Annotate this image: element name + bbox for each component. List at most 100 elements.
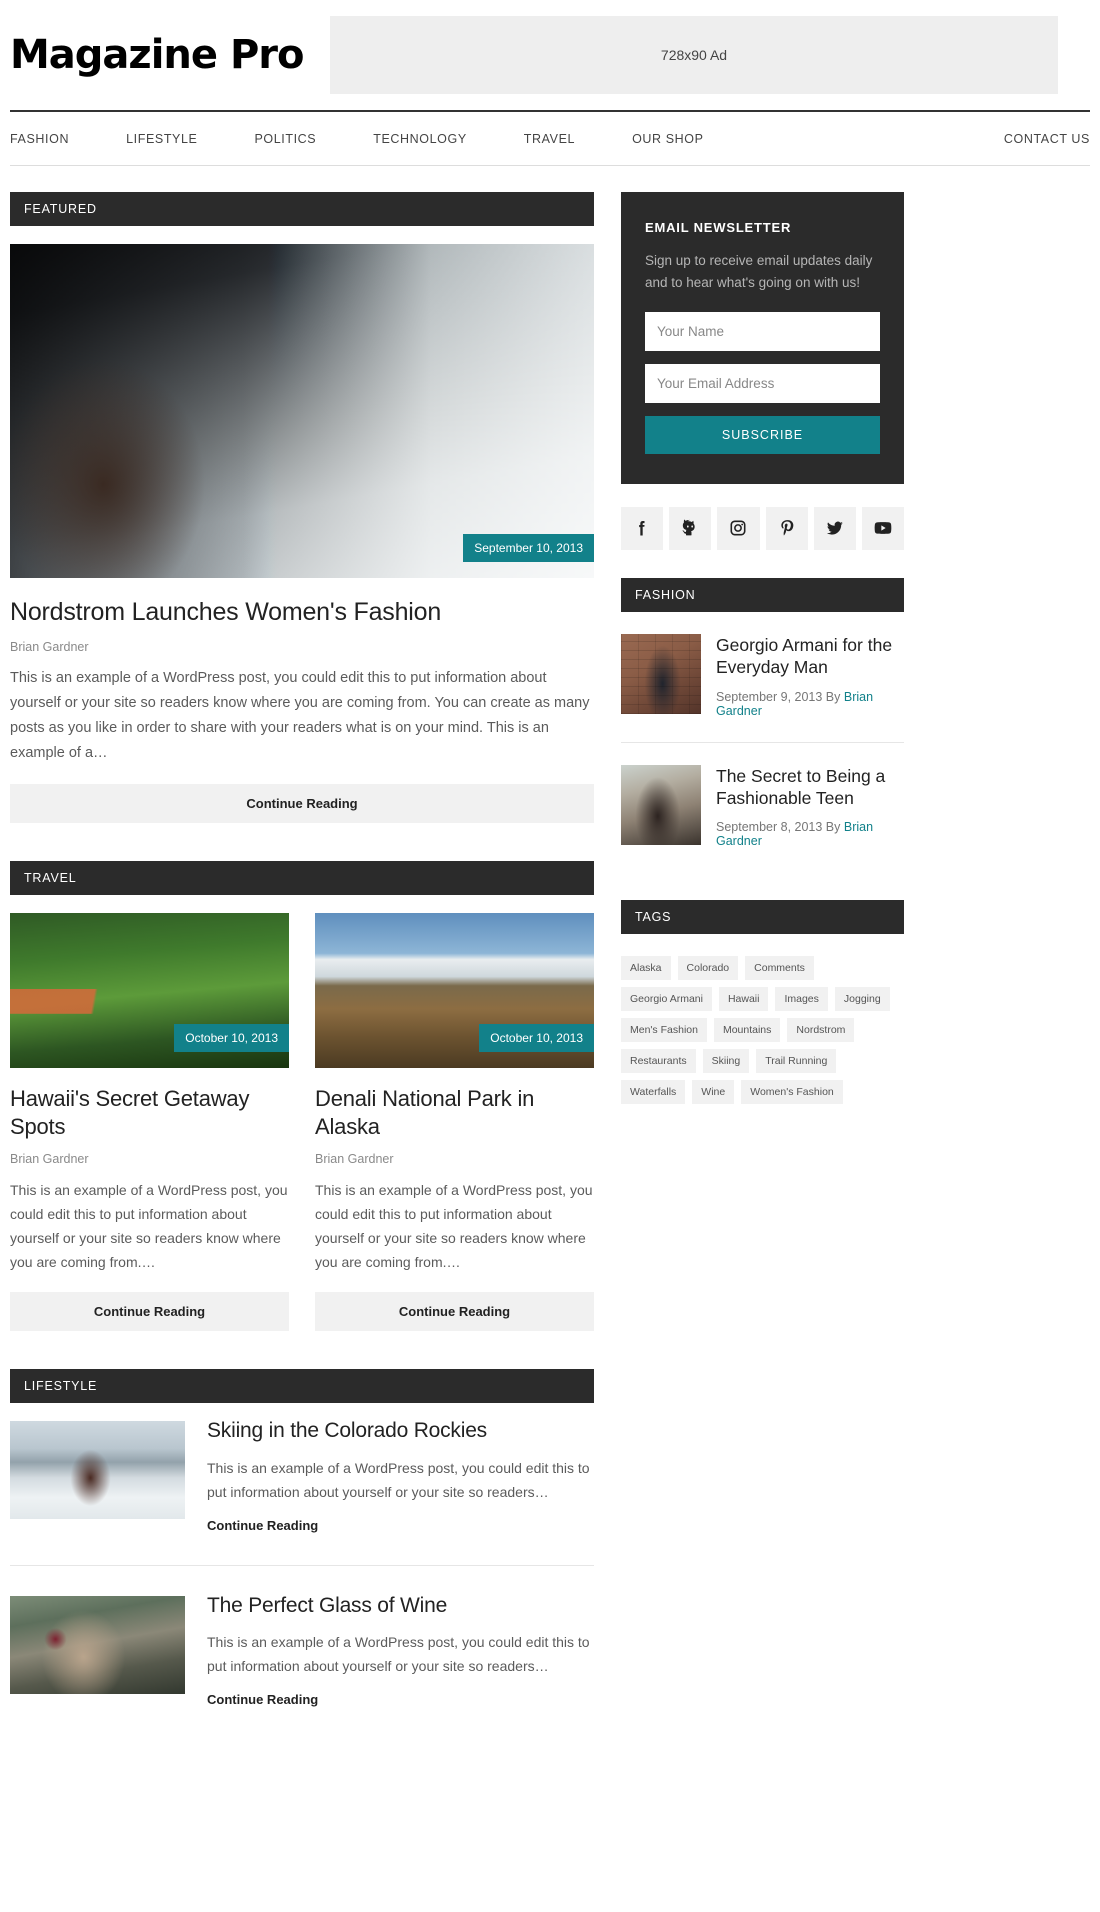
- lifestyle-post-excerpt: This is an example of a WordPress post, …: [207, 1633, 590, 1675]
- sidebar-post-thumbnail[interactable]: [621, 764, 701, 845]
- pinterest-icon[interactable]: [765, 506, 808, 550]
- featured-post-title[interactable]: Nordstrom Launches Women's Fashion: [10, 597, 594, 628]
- lifestyle-section: LIFESTYLE Skiing in the Colorado Rockies…: [10, 1369, 594, 1739]
- travel-post-title[interactable]: Hawaii's Secret Getaway Spots: [10, 1085, 289, 1140]
- travel-continue-reading-button[interactable]: Continue Reading: [10, 1292, 289, 1332]
- featured-image-art: [10, 244, 594, 578]
- featured-post-author: Brian Gardner: [10, 640, 89, 655]
- newsletter-name-input[interactable]: [645, 311, 880, 351]
- fashion-widget: FASHION Georgio Armani for the Everyday …: [621, 577, 904, 873]
- youtube-icon[interactable]: [861, 506, 905, 550]
- lifestyle-continue-reading-button[interactable]: Continue Reading: [207, 1692, 318, 1707]
- tag-comments[interactable]: Comments: [745, 956, 814, 981]
- lifestyle-section-title: LIFESTYLE: [10, 1369, 594, 1404]
- featured-continue-reading-button[interactable]: Continue Reading: [10, 784, 594, 823]
- newsletter-description: Sign up to receive email updates daily a…: [645, 253, 873, 290]
- tag-alaska[interactable]: Alaska: [621, 956, 671, 981]
- newsletter-title: EMAIL NEWSLETTER: [645, 220, 792, 235]
- travel-section-title: TRAVEL: [10, 861, 594, 895]
- fashion-widget-title: FASHION: [621, 577, 904, 612]
- travel-post-excerpt: This is an example of a WordPress post, …: [315, 1182, 593, 1271]
- sidebar: EMAIL NEWSLETTER Sign up to receive emai…: [621, 192, 905, 1105]
- travel-post-image[interactable]: October 10, 2013: [315, 913, 594, 1068]
- nav-right-group: CONTACT US: [1004, 132, 1090, 146]
- travel-post-author: Brian Gardner: [315, 1152, 394, 1166]
- content-area: FEATURED September 10, 2013 Nordstrom La…: [0, 166, 1100, 1739]
- ski-image-art: [10, 1421, 185, 1520]
- featured-section-title: FEATURED: [10, 192, 594, 226]
- tag-restaurants[interactable]: Restaurants: [621, 1049, 696, 1074]
- sidebar-post-date: September 9, 2013 By: [716, 689, 844, 704]
- lifestyle-post-title[interactable]: Skiing in the Colorado Rockies: [207, 1418, 594, 1444]
- sidebar-post-body: The Secret to Being a Fashionable Teen S…: [716, 765, 904, 849]
- tag-georgio-armani[interactable]: Georgio Armani: [621, 987, 712, 1012]
- newsletter-subscribe-button[interactable]: SUBSCRIBE: [645, 415, 880, 454]
- tag-nordstrom[interactable]: Nordstrom: [787, 1018, 855, 1043]
- nav-item-fashion[interactable]: FASHION: [10, 132, 69, 146]
- facebook-icon[interactable]: [621, 506, 664, 550]
- teen-image-art: [621, 764, 701, 845]
- featured-post-image[interactable]: September 10, 2013: [10, 244, 594, 578]
- lifestyle-continue-reading-button[interactable]: Continue Reading: [207, 1518, 318, 1533]
- site-header: Magazine Pro 728x90 Ad: [0, 0, 1100, 110]
- armani-image-art: [621, 633, 701, 714]
- nav-item-contact-us[interactable]: CONTACT US: [1004, 132, 1090, 146]
- twitter-icon[interactable]: [813, 506, 856, 550]
- tag-womens-fashion[interactable]: Women's Fashion: [741, 1080, 843, 1105]
- tag-mens-fashion[interactable]: Men's Fashion: [621, 1018, 707, 1043]
- sidebar-post-title[interactable]: Georgio Armani for the Everyday Man: [716, 634, 904, 679]
- lifestyle-post-thumbnail[interactable]: [10, 1421, 185, 1520]
- sidebar-post-date: September 8, 2013 By: [716, 820, 844, 835]
- primary-navigation: FASHION LIFESTYLE POLITICS TECHNOLOGY TR…: [10, 110, 1090, 166]
- lifestyle-post-title[interactable]: The Perfect Glass of Wine: [207, 1593, 594, 1619]
- nav-item-politics[interactable]: POLITICS: [254, 132, 316, 146]
- header-ad-banner[interactable]: 728x90 Ad: [330, 16, 1058, 94]
- sidebar-post-armani: Georgio Armani for the Everyday Man Sept…: [621, 612, 904, 742]
- travel-post-author: Brian Gardner: [10, 1152, 89, 1166]
- travel-post-date-badge: October 10, 2013: [174, 1024, 289, 1052]
- newsletter-widget: EMAIL NEWSLETTER Sign up to receive emai…: [621, 192, 904, 484]
- instagram-icon[interactable]: [717, 506, 760, 550]
- tags-widget: TAGS Alaska Colorado Comments Georgio Ar…: [621, 900, 904, 1105]
- tag-wine[interactable]: Wine: [692, 1080, 735, 1105]
- tag-waterfalls[interactable]: Waterfalls: [621, 1080, 686, 1105]
- nav-left-group: FASHION LIFESTYLE POLITICS TECHNOLOGY TR…: [10, 132, 704, 146]
- travel-post-grid: October 10, 2013 Hawaii's Secret Getaway…: [10, 913, 594, 1332]
- tag-images[interactable]: Images: [775, 987, 828, 1012]
- travel-post-denali: October 10, 2013 Denali National Park in…: [315, 913, 594, 1332]
- sidebar-post-body: Georgio Armani for the Everyday Man Sept…: [716, 634, 904, 718]
- sidebar-post-thumbnail[interactable]: [621, 633, 701, 714]
- lifestyle-post-body: The Perfect Glass of Wine This is an exa…: [207, 1593, 594, 1709]
- lifestyle-post-thumbnail[interactable]: [10, 1595, 185, 1694]
- newsletter-email-input[interactable]: [645, 363, 880, 403]
- travel-post-hawaii: October 10, 2013 Hawaii's Secret Getaway…: [10, 913, 289, 1332]
- github-icon[interactable]: [669, 506, 712, 550]
- tag-mountains[interactable]: Mountains: [713, 1018, 781, 1043]
- tag-trail-running[interactable]: Trail Running: [756, 1049, 837, 1074]
- featured-section: FEATURED September 10, 2013 Nordstrom La…: [10, 192, 594, 823]
- page-wrapper: Magazine Pro 728x90 Ad FASHION LIFESTYLE…: [0, 0, 1100, 1739]
- tags-widget-title: TAGS: [621, 900, 904, 935]
- featured-date-badge: September 10, 2013: [463, 534, 594, 562]
- sidebar-post-title[interactable]: The Secret to Being a Fashionable Teen: [716, 765, 904, 810]
- nav-item-technology[interactable]: TECHNOLOGY: [373, 132, 467, 146]
- lifestyle-post-excerpt: This is an example of a WordPress post, …: [207, 1459, 590, 1500]
- nav-item-our-shop[interactable]: OUR SHOP: [632, 132, 703, 146]
- tag-jogging[interactable]: Jogging: [834, 987, 890, 1012]
- travel-post-excerpt: This is an example of a WordPress post, …: [10, 1182, 288, 1271]
- tag-hawaii[interactable]: Hawaii: [718, 987, 769, 1012]
- sidebar-post-meta: September 8, 2013 By Brian Gardner: [716, 820, 904, 848]
- lifestyle-post-body: Skiing in the Colorado Rockies This is a…: [207, 1418, 594, 1534]
- nav-item-lifestyle[interactable]: LIFESTYLE: [126, 132, 197, 146]
- site-title[interactable]: Magazine Pro: [10, 32, 330, 78]
- tag-skiing[interactable]: Skiing: [702, 1049, 750, 1074]
- ad-label: 728x90 Ad: [660, 47, 728, 63]
- travel-post-title[interactable]: Denali National Park in Alaska: [315, 1085, 594, 1140]
- nav-item-travel[interactable]: TRAVEL: [524, 132, 575, 146]
- travel-continue-reading-button[interactable]: Continue Reading: [315, 1292, 594, 1332]
- travel-post-image[interactable]: October 10, 2013: [10, 913, 289, 1068]
- tag-colorado[interactable]: Colorado: [677, 956, 739, 981]
- travel-post-date-badge: October 10, 2013: [479, 1024, 594, 1052]
